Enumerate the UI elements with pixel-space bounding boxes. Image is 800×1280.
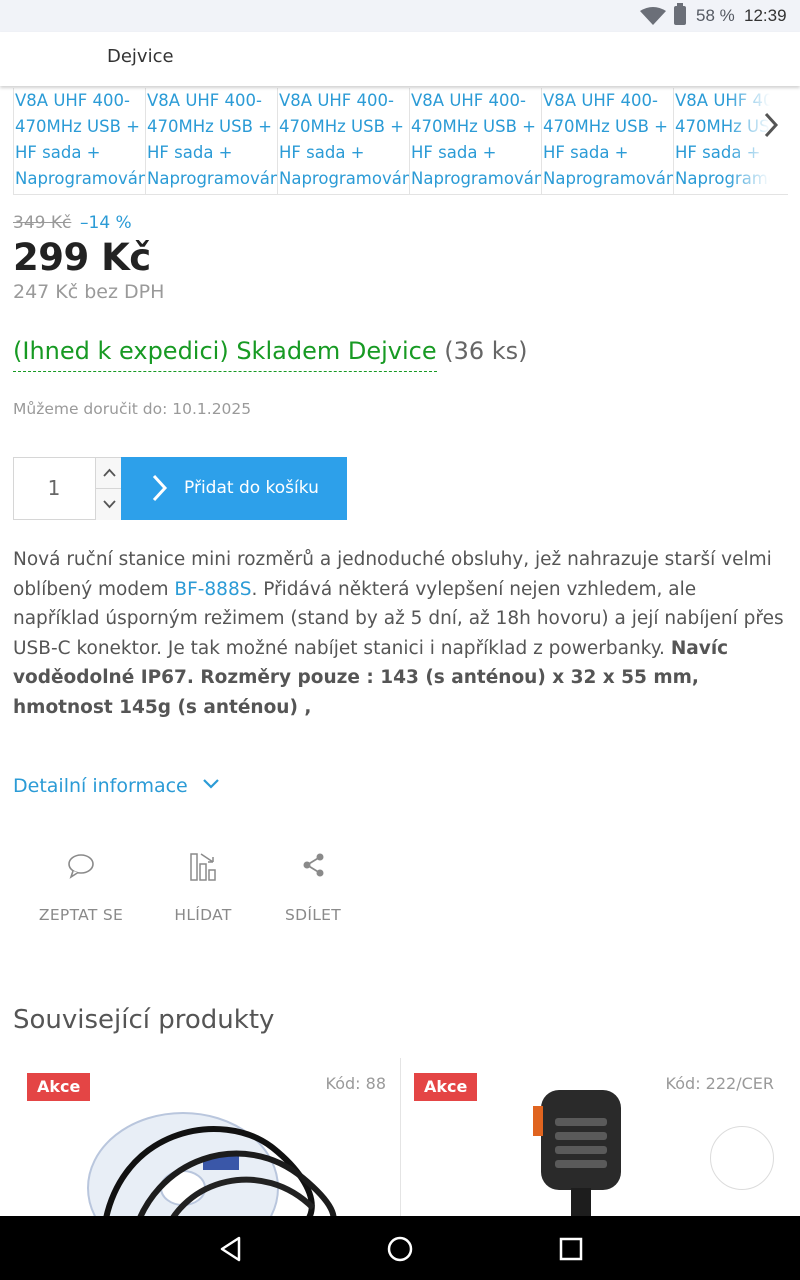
variant-item[interactable]: V8A UHF 400- 470MHz USB + HF sada + Napr… <box>409 88 541 194</box>
chevron-down-icon <box>203 779 219 789</box>
ask-question-button[interactable]: ZEPTAT SE <box>36 848 126 924</box>
scroll-to-top-button[interactable] <box>710 1126 774 1190</box>
discount-badge: –14 % <box>80 213 132 233</box>
chevron-right-icon <box>152 474 168 502</box>
chat-bubble-icon <box>68 854 94 879</box>
stock-quantity: (36 ks) <box>444 337 528 365</box>
recents-icon[interactable] <box>556 1234 586 1264</box>
quantity-increase-button[interactable] <box>95 458 122 489</box>
store-selector[interactable]: Dejvice <box>107 46 174 67</box>
site-header: Dejvice <box>0 32 800 86</box>
share-button[interactable]: SDÍLET <box>278 848 348 924</box>
variant-item[interactable]: V8A UHF 400- 470MHz USB + HF sada + Napr… <box>13 88 145 194</box>
status-bar: 58 % 12:39 <box>0 0 800 32</box>
product-description: Nová ruční stanice mini rozměrů a jednod… <box>13 549 784 718</box>
related-product-card[interactable]: Akce Kód: 88 <box>13 1058 400 1218</box>
share-icon <box>303 853 324 877</box>
sale-badge: Akce <box>414 1073 478 1101</box>
chevron-down-icon <box>103 500 116 509</box>
battery-icon <box>674 3 686 25</box>
detail-info-toggle[interactable]: Detailní informace <box>13 775 220 797</box>
price-without-vat: 247 Kč bez DPH <box>13 281 165 303</box>
stock-status-link[interactable]: (Ihned k expedici) Skladem Dejvice <box>13 337 437 372</box>
clock: 12:39 <box>744 6 787 25</box>
carousel-fade <box>728 88 788 194</box>
availability: (Ihned k expedici) Skladem Dejvice (36 k… <box>13 337 528 372</box>
battery-percent: 58 % <box>696 6 735 25</box>
related-products-heading: Související produkty <box>13 1005 275 1035</box>
speaker-microphone-image <box>533 1090 621 1218</box>
wifi-icon <box>640 7 666 25</box>
quantity-stepper: 1 <box>13 457 122 520</box>
quantity-input[interactable]: 1 <box>14 476 94 500</box>
delivery-date: Můžeme doručit do: 10.1.2025 <box>13 400 252 418</box>
watch-button[interactable]: HLÍDAT <box>162 848 244 924</box>
add-to-cart-button[interactable]: Přidat do košíku <box>121 457 347 520</box>
related-model-link[interactable]: BF-888S <box>174 579 251 600</box>
variant-item[interactable]: V8A UHF 400- 470MHz USB + HF sada + Napr… <box>541 88 673 194</box>
add-to-cart-label: Přidat do košíku <box>184 478 319 498</box>
old-price: 349 Kč <box>13 213 72 233</box>
usb-cable-cd-image <box>87 1112 337 1218</box>
product-code: Kód: 222/CER <box>665 1074 774 1093</box>
variant-carousel: V8A UHF 400- 470MHz USB + HF sada + Napr… <box>13 88 788 195</box>
chart-watch-icon <box>190 853 216 881</box>
system-navigation-bar <box>0 1216 800 1280</box>
chevron-up-icon <box>103 468 116 477</box>
quantity-decrease-button[interactable] <box>95 489 122 520</box>
variant-item[interactable]: V8A UHF 400- 470MHz USB + HF sada + Napr… <box>145 88 277 194</box>
back-icon[interactable] <box>216 1234 246 1264</box>
price: 299 Kč <box>13 236 151 279</box>
home-icon[interactable] <box>385 1234 415 1264</box>
chevron-right-icon[interactable] <box>758 110 784 140</box>
variant-item[interactable]: V8A UHF 400- 470MHz USB + HF sada + Napr… <box>277 88 409 194</box>
